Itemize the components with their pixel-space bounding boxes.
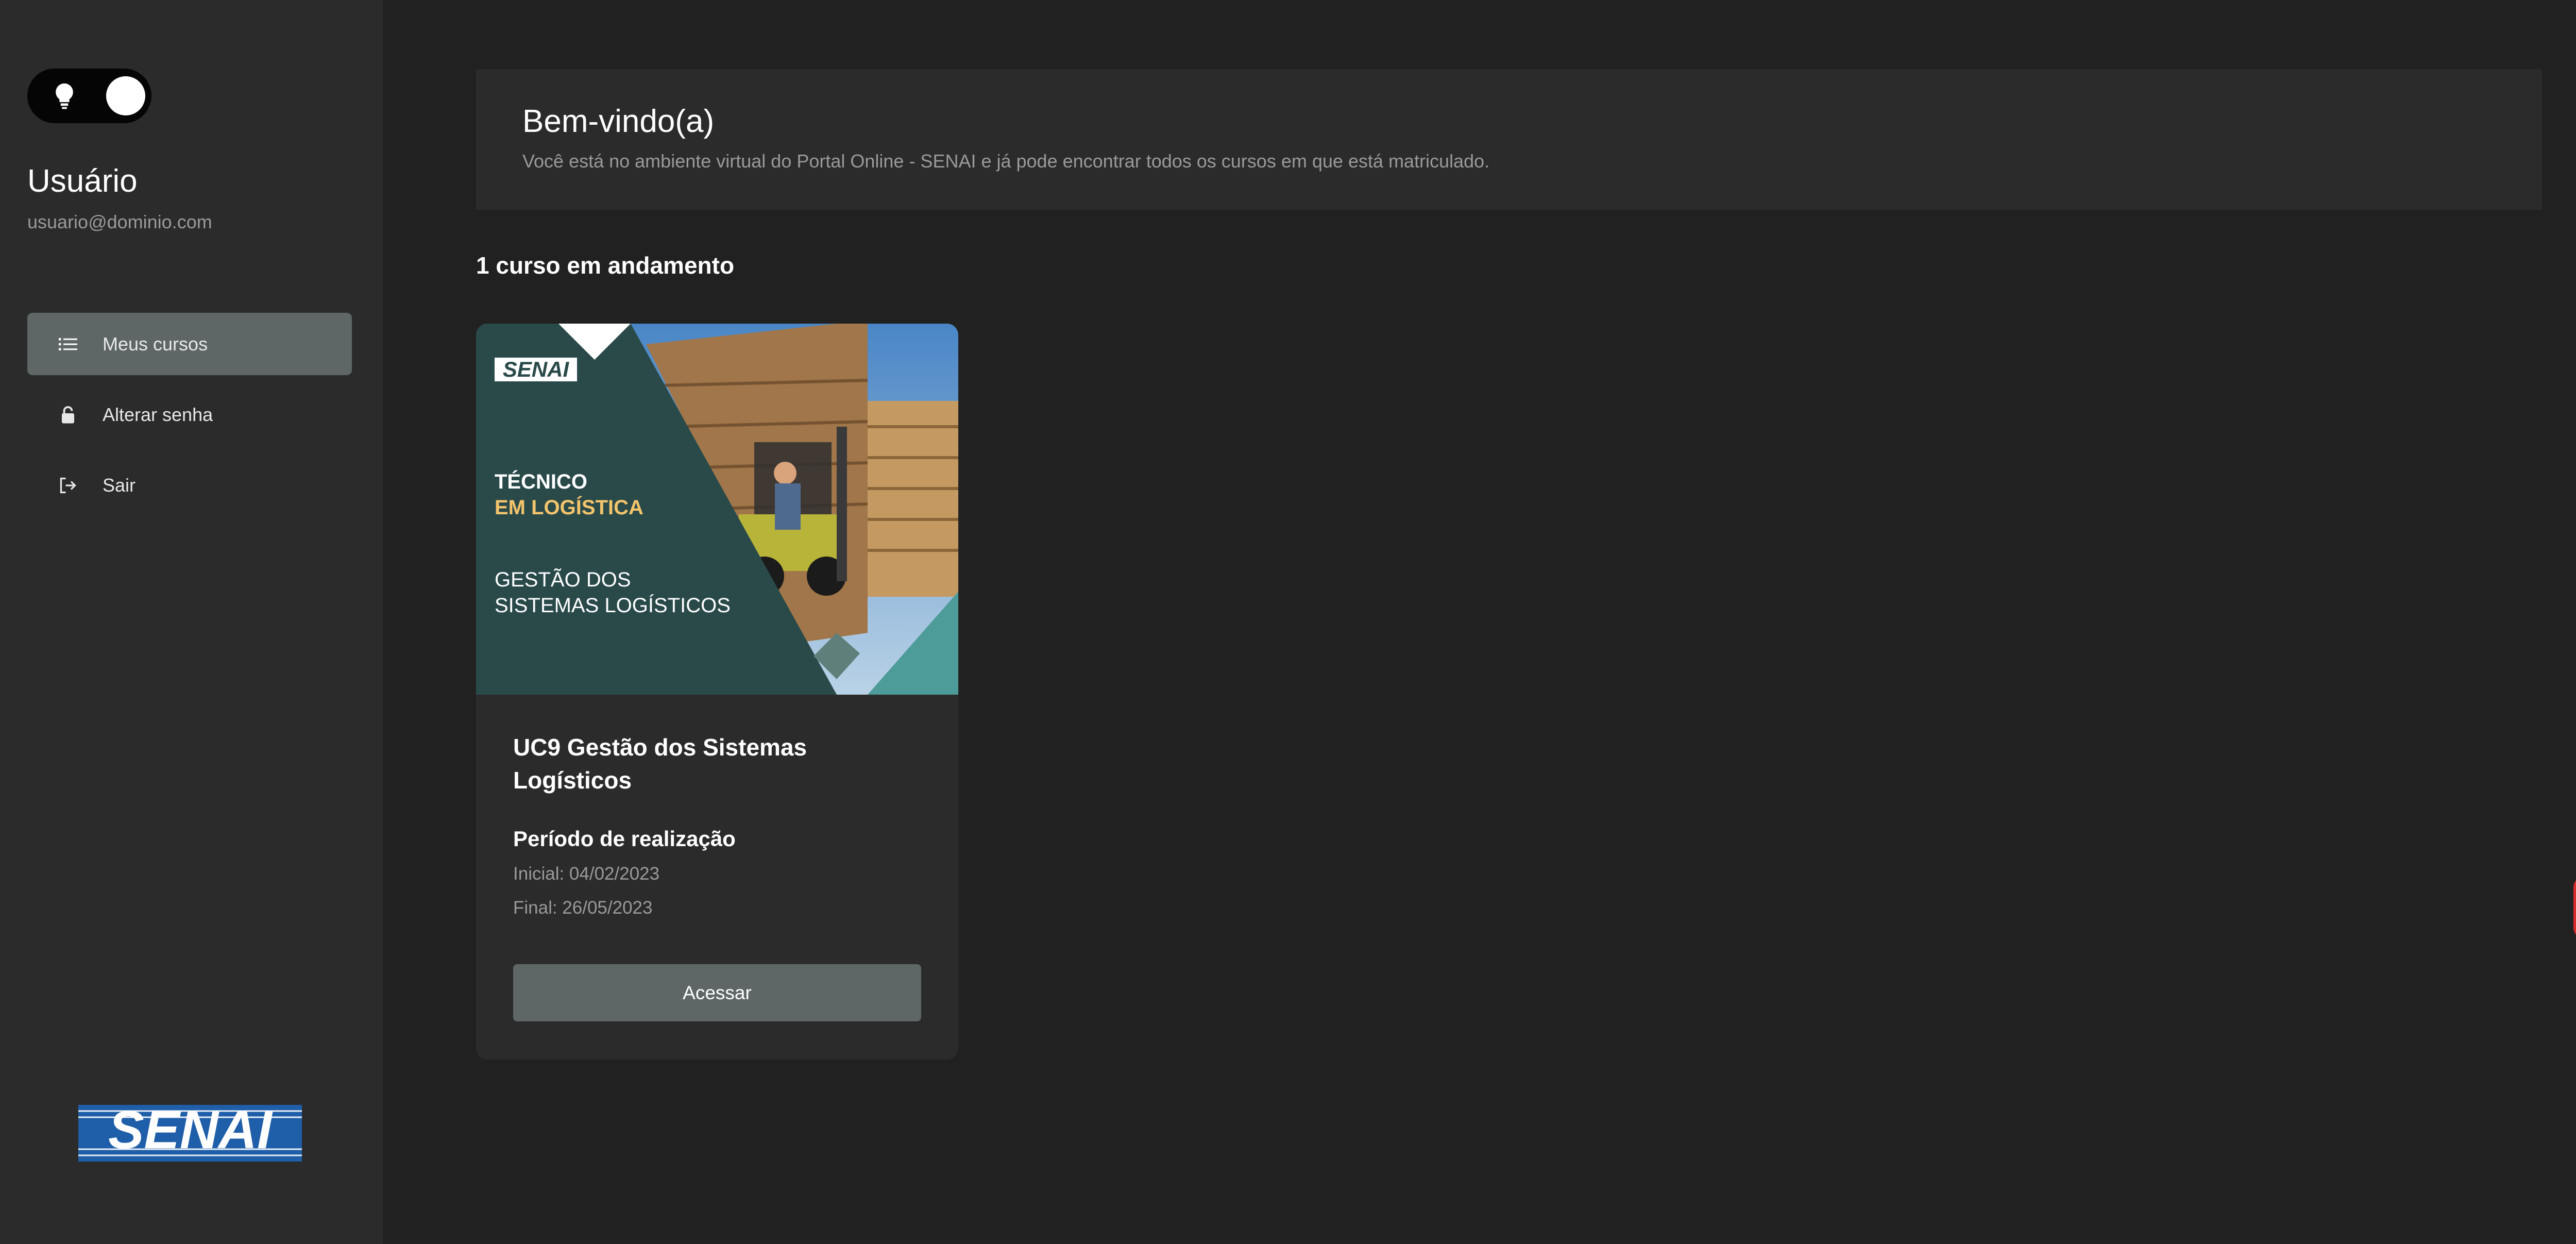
welcome-subtitle: Você está no ambiente virtual do Portal …: [522, 150, 1490, 172]
toggle-knob: [106, 76, 145, 115]
logout-icon: [58, 476, 78, 495]
lock-icon: [58, 405, 78, 425]
course-title: UC9 Gestão dos Sistemas Logísticos: [513, 734, 807, 794]
banner-line2: EM LOGÍSTICA: [495, 496, 643, 519]
period-heading: Período de realização: [513, 827, 736, 851]
sidebar: Usuário usuario@dominio.com Meus cursos …: [0, 0, 383, 1244]
welcome-title: Bem-vindo(a): [522, 104, 715, 139]
user-email: usuario@dominio.com: [27, 211, 212, 232]
nav-item-meus-cursos[interactable]: Meus cursos: [27, 313, 352, 375]
access-course-button[interactable]: Acessar: [513, 964, 921, 1021]
nav-label: Meus cursos: [103, 333, 208, 355]
welcome-panel: Bem-vindo(a) Você está no ambiente virtu…: [476, 69, 2542, 210]
accessibility-widget[interactable]: [2573, 876, 2576, 939]
banner-brand: SENAI: [503, 357, 570, 381]
nav-label: Sair: [103, 474, 136, 496]
banner-line1: TÉCNICO: [495, 470, 587, 493]
list-icon: [58, 334, 78, 354]
nav-item-alterar-senha[interactable]: Alterar senha: [27, 383, 352, 446]
banner-line4: SISTEMAS LOGÍSTICOS: [495, 594, 731, 617]
user-name: Usuário: [27, 163, 138, 199]
course-banner[interactable]: SENAI TÉCNICO EM LOGÍSTICA GESTÃO DOS SI…: [476, 324, 958, 695]
senai-logo: SENAI: [78, 1105, 302, 1162]
theme-toggle[interactable]: [27, 69, 151, 123]
lightbulb-icon: [56, 83, 73, 109]
banner-line3: GESTÃO DOS: [495, 568, 631, 591]
nav-label: Alterar senha: [103, 404, 213, 425]
logo-text: SENAI: [108, 1105, 273, 1160]
period-start: Inicial: 04/02/2023: [513, 864, 660, 884]
period-end: Final: 26/05/2023: [513, 898, 653, 918]
courses-heading: 1 curso em andamento: [476, 252, 735, 279]
nav-item-sair[interactable]: Sair: [27, 454, 352, 516]
course-card: SENAI TÉCNICO EM LOGÍSTICA GESTÃO DOS SI…: [476, 324, 958, 1060]
